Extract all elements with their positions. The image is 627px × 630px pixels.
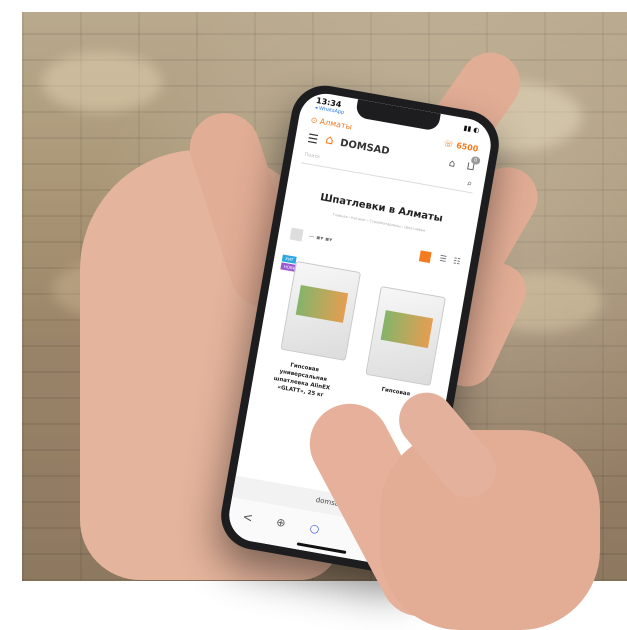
city-label: Алматы xyxy=(319,116,353,132)
back-icon[interactable]: < xyxy=(242,510,254,526)
grid-view-icon[interactable] xyxy=(418,250,432,264)
city-selector[interactable]: ⊙ Алматы xyxy=(310,115,353,131)
battery-icon: ▮▮ ◐ xyxy=(462,123,481,135)
browser-home-icon[interactable]: ○ xyxy=(309,521,321,535)
home-indicator xyxy=(296,542,347,554)
new-tab-icon[interactable]: ⊕ xyxy=(275,515,286,529)
logo-text[interactable]: DOMSAD xyxy=(339,138,390,158)
phone-notch xyxy=(354,99,441,132)
table-view-icon[interactable]: ☷ xyxy=(453,256,462,266)
product-image[interactable] xyxy=(365,285,446,387)
sort-controls[interactable]: — ▪▾ ▪▾ xyxy=(308,233,333,244)
filter-toggle[interactable] xyxy=(289,227,304,242)
search-icon[interactable]: ⌕ xyxy=(466,178,473,189)
account-icon[interactable]: ⌂ xyxy=(448,158,456,170)
phone-link[interactable]: ☏ 6500 xyxy=(443,139,479,154)
list-view-icon[interactable]: ☰ xyxy=(439,254,448,264)
location-pin-icon: ⊙ xyxy=(309,115,319,126)
menu-icon[interactable]: ☰ xyxy=(306,131,319,147)
product-name[interactable]: Гипсовая универсальная шпатлевка AlinEX … xyxy=(257,357,347,403)
search-placeholder: Поиск xyxy=(304,151,321,161)
logo-house-icon: ⌂ xyxy=(324,132,335,149)
product-image[interactable] xyxy=(280,260,362,361)
